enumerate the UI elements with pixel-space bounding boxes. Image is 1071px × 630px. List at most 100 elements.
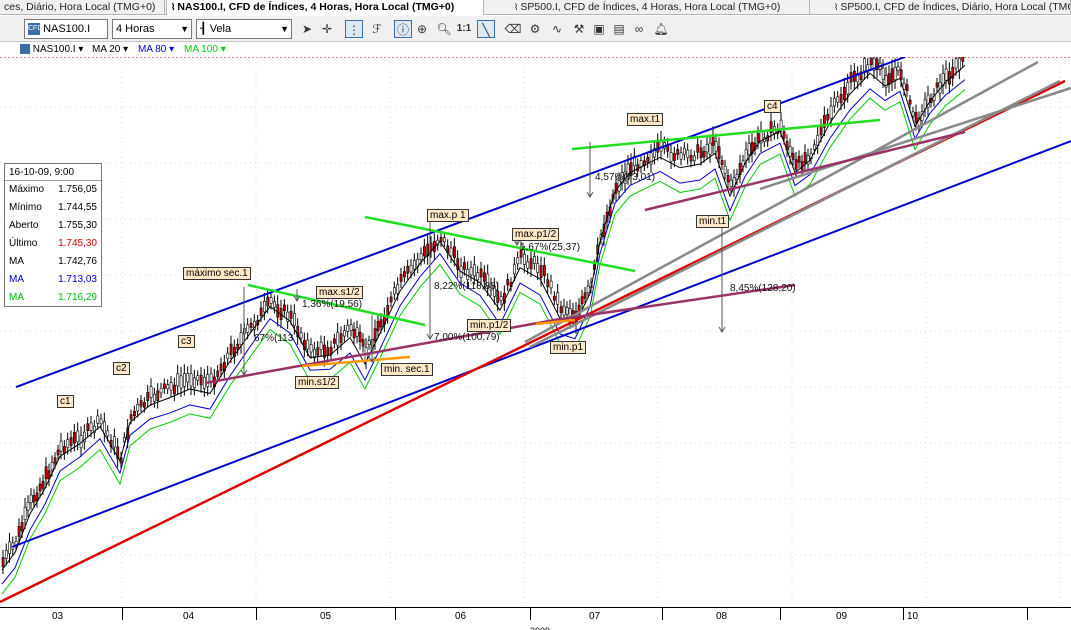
candle-body <box>562 305 566 316</box>
candle-body <box>373 328 377 342</box>
candle-body <box>676 149 680 155</box>
one-to-one-button[interactable]: 1:1 <box>455 20 473 38</box>
label-max-p1[interactable]: max.p 1 <box>427 209 469 222</box>
candle-body <box>163 383 166 389</box>
label-max-s1-2[interactable]: max.s1/2 <box>316 286 363 299</box>
candle-body <box>466 268 470 280</box>
legend-ma80[interactable]: MA 80 ▾ <box>138 43 174 57</box>
candle-body <box>720 160 724 165</box>
data-row-last: Último 1.745,30 <box>5 235 101 253</box>
link-icon[interactable]: ∞ <box>630 20 648 38</box>
timeframe-select[interactable]: 4 Horas ▼ <box>112 19 192 39</box>
label-min-t1[interactable]: min.t1 <box>696 215 730 228</box>
zoom-window-icon[interactable]: ⊕ <box>413 20 431 38</box>
info-icon[interactable]: ⓘ <box>394 20 412 38</box>
trendline-icon[interactable]: ╲ <box>477 20 495 38</box>
tab-label: SP500.I, CFD de Índices, Diário, Hora Lo… <box>840 1 1071 13</box>
candle-body <box>896 66 900 72</box>
tab-sp500-4h[interactable]: ⌇ SP500.I, CFD de Índices, 4 Horas, Hora … <box>510 0 810 15</box>
candle-body <box>153 393 156 402</box>
data-value: 1.756,05 <box>58 184 97 195</box>
candle-body <box>283 304 286 312</box>
candle-body <box>496 290 500 303</box>
legend-ma100[interactable]: MA 100 ▾ <box>184 43 226 57</box>
legend-ma20[interactable]: MA 20 ▾ <box>92 43 128 57</box>
data-row-open: Aberto 1.755,30 <box>5 217 101 235</box>
candle-body <box>349 324 353 331</box>
candle-body <box>196 375 200 381</box>
fibonacci-icon[interactable]: ℱ <box>368 20 386 38</box>
candle-body <box>379 319 383 328</box>
label-min-sec1[interactable]: min. sec.1 <box>381 363 433 376</box>
label-c2[interactable]: c2 <box>113 362 130 375</box>
label-c4[interactable]: c4 <box>764 100 781 113</box>
support-line <box>644 130 966 212</box>
label-min-p1[interactable]: min.p1 <box>550 341 587 354</box>
candle-body <box>173 384 176 395</box>
candle-body <box>747 143 751 155</box>
candle-body <box>686 149 690 159</box>
layout-icon[interactable]: ▣ <box>590 20 608 38</box>
chart-canvas[interactable] <box>0 41 1071 607</box>
candle-body <box>469 267 473 276</box>
properties-icon[interactable]: ▤ <box>610 20 628 38</box>
resistance-line <box>364 215 636 273</box>
candle-body <box>226 352 230 360</box>
label-min-p1-2[interactable]: min.p1/2 <box>467 319 512 332</box>
chart-settings-icon[interactable]: ⚙ <box>526 20 544 38</box>
tab-nas100-daily[interactable]: ces, Diário, Hora Local (TMG+0) <box>0 0 165 15</box>
candle-icon: ┨ <box>200 23 207 35</box>
legend-symbol[interactable]: NAS100.I ▾ <box>20 43 83 57</box>
candle-body <box>869 58 873 65</box>
tab-sp500-daily[interactable]: ⌇ SP500.I, CFD de Índices, Diário, Hora L… <box>830 0 1071 15</box>
label-c1[interactable]: c1 <box>57 395 74 408</box>
crosshair-icon[interactable]: ✛ <box>318 20 336 38</box>
candle-body <box>17 526 21 537</box>
label-max-p1-2[interactable]: max.p1/2 <box>512 228 560 241</box>
candle-body <box>791 152 795 160</box>
candle-body <box>529 258 533 270</box>
axis-tick <box>903 608 904 620</box>
price-chart[interactable]: c1 c2 c3 c4 máximo sec.1 max.s1/2 min.s1… <box>0 41 1071 607</box>
data-label: MA <box>9 256 24 267</box>
eraser-icon[interactable]: ⌫ <box>504 20 522 38</box>
candle-body <box>717 146 721 160</box>
candle-body <box>376 321 380 332</box>
zoom-icon[interactable]: 🔍︎ <box>435 20 453 38</box>
tab-label: NAS100.I, CFD de Índices, 4 Horas, Hora … <box>177 1 455 13</box>
candle-body <box>539 265 543 279</box>
candle-body <box>103 421 106 434</box>
label-max-t1[interactable]: max.t1 <box>627 113 664 126</box>
candle-body <box>246 324 250 333</box>
candle-body <box>546 279 550 288</box>
candle-body <box>249 322 253 328</box>
candle-body <box>361 339 365 347</box>
candle-body <box>656 141 660 153</box>
legend-ma100-label: MA 100 <box>184 44 218 55</box>
candle-body <box>389 296 393 303</box>
chevron-down-icon: ▼ <box>280 24 289 34</box>
tab-nas100-4h[interactable]: ⌇ NAS100.I, CFD de Índices, 4 Horas, Hora… <box>166 0 484 15</box>
document-tabs: ces, Diário, Hora Local (TMG+0) ⌇ NAS100.… <box>0 0 1071 15</box>
template-icon[interactable]: ⚒ <box>570 20 588 38</box>
chart-type-select[interactable]: ┨ Vela ▼ <box>196 19 292 39</box>
candle-body <box>146 391 150 401</box>
label-min-s1-2[interactable]: min.s1/2 <box>295 376 339 389</box>
candle-body <box>556 292 560 305</box>
label-maximo-sec1[interactable]: máximo sec.1 <box>183 267 251 280</box>
grid-icon[interactable]: ⋮ <box>345 20 363 38</box>
candle-body <box>409 264 413 273</box>
data-label: MA <box>9 274 24 285</box>
alarm-icon[interactable]: 🔔︎ <box>652 20 670 38</box>
label-c3[interactable]: c3 <box>178 335 195 348</box>
candle-body <box>367 340 371 345</box>
data-label: Mínimo <box>9 202 42 213</box>
candle-body <box>89 422 93 431</box>
candle-body <box>32 495 36 503</box>
indicator-icon[interactable]: ∿ <box>548 20 566 38</box>
candle-body <box>289 310 293 319</box>
symbol-selector[interactable]: CFD NAS100.I <box>24 19 108 39</box>
cursor-icon[interactable]: ➤ <box>298 20 316 38</box>
candle-body <box>73 432 76 444</box>
axis-tick <box>780 608 781 620</box>
